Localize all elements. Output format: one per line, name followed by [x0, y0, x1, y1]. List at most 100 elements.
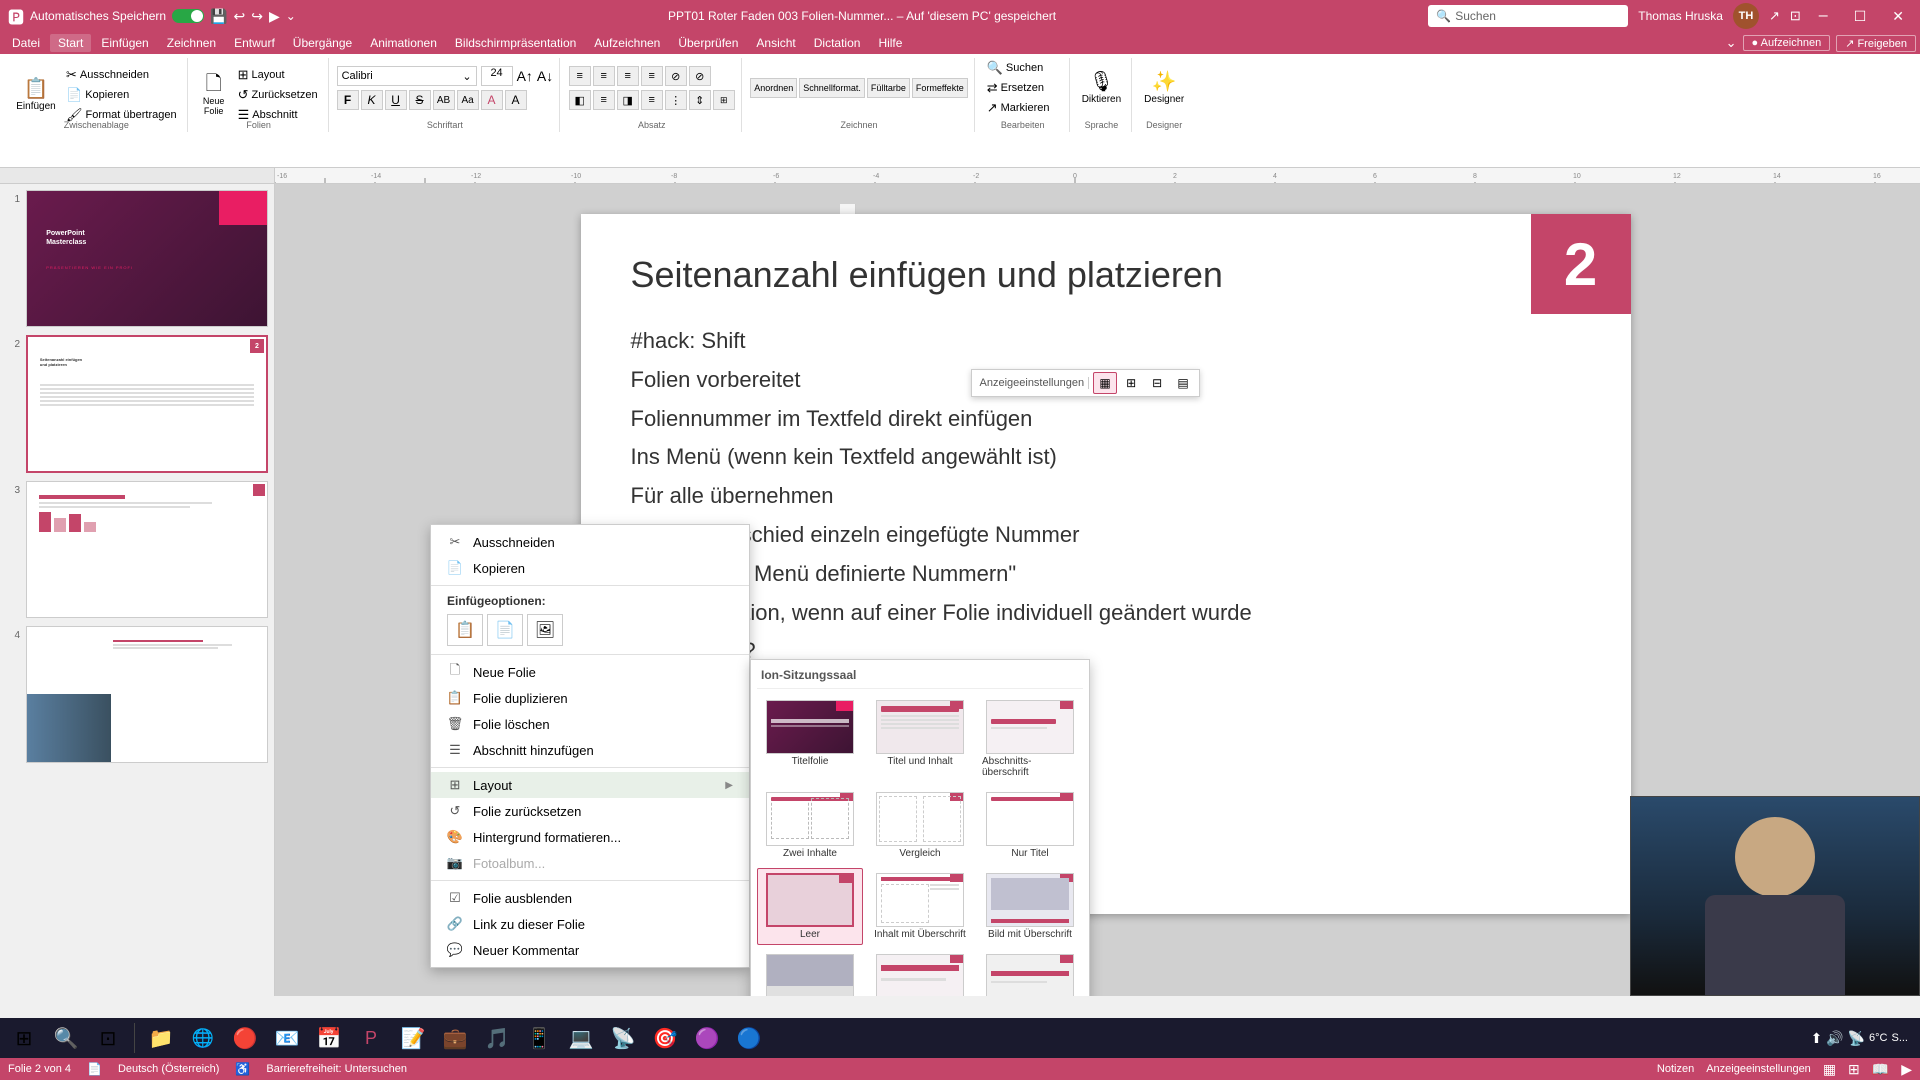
taskbar-app7[interactable]: 🔵: [729, 1019, 769, 1057]
btn-einfuegen[interactable]: 📋 Einfügen: [12, 65, 60, 125]
btn-align-right[interactable]: ◨: [617, 90, 639, 110]
btn-list-col2[interactable]: ≡: [641, 66, 663, 86]
cm-paste-1[interactable]: 📋: [447, 614, 483, 646]
window-options-icon[interactable]: ⊡: [1790, 8, 1801, 24]
taskbar-explorer[interactable]: 📁: [141, 1019, 181, 1057]
content-area[interactable]: 2 Seitenanzahl einfügen und platzieren #…: [275, 184, 1920, 996]
vt-btn-2[interactable]: ⊞: [1119, 372, 1143, 394]
taskbar-app6[interactable]: 🟣: [687, 1019, 727, 1057]
cm-layout[interactable]: ⊞ Layout ▶: [431, 772, 749, 798]
vt-btn-1[interactable]: ▦: [1093, 372, 1117, 394]
share-btn[interactable]: ↗ Freigeben: [1836, 35, 1916, 52]
btn-font-color[interactable]: A: [481, 90, 503, 110]
font-size-up-icon[interactable]: A↑: [517, 68, 533, 84]
view-grid-icon[interactable]: ⊞: [1848, 1061, 1860, 1078]
menu-datei[interactable]: Datei: [4, 34, 48, 52]
taskbar-outlook[interactable]: 📧: [267, 1019, 307, 1057]
taskbar-app3[interactable]: 💻: [561, 1019, 601, 1057]
ls-titel-beschriftung[interactable]: Titel und Beschriftung: [867, 949, 973, 996]
close-btn[interactable]: ✕: [1884, 8, 1912, 25]
btn-diktieren[interactable]: 🎙 Diktieren: [1078, 58, 1125, 118]
cm-neue-folie[interactable]: 🗋 Neue Folie: [431, 659, 749, 685]
btn-kopieren[interactable]: 📄 Kopieren: [62, 86, 181, 104]
taskbar-edge[interactable]: 🌐: [183, 1019, 223, 1057]
menu-uebergaenge[interactable]: Übergänge: [285, 34, 360, 52]
btn-list-unordered[interactable]: ≡: [569, 66, 591, 86]
btn-case[interactable]: Aa: [457, 90, 479, 110]
minimize-btn[interactable]: –: [1811, 7, 1836, 25]
menu-start[interactable]: Start: [50, 34, 91, 52]
vt-btn-3[interactable]: ⊟: [1145, 372, 1169, 394]
qs-save-icon[interactable]: 💾: [210, 8, 227, 25]
qs-undo-icon[interactable]: ↩: [234, 8, 246, 25]
btn-highlight[interactable]: A: [505, 90, 527, 110]
cm-paste-3[interactable]: 🖼: [527, 614, 563, 646]
btn-col[interactable]: ⋮: [665, 90, 687, 110]
slide-img-3[interactable]: [26, 481, 268, 618]
menu-ueberpruefen[interactable]: Überprüfen: [670, 34, 746, 52]
btn-strikethrough[interactable]: S: [409, 90, 431, 110]
qs-pres-icon[interactable]: ▶: [269, 8, 280, 25]
view-normal-icon[interactable]: ▦: [1823, 1061, 1836, 1078]
slide-thumb-2[interactable]: 2 2 Seitenanzahl einfügenund platzieren: [4, 333, 270, 475]
btn-quick-styles[interactable]: Schnellformat.: [799, 78, 865, 98]
btn-direction[interactable]: ⇕: [689, 90, 711, 110]
taskbar-app2[interactable]: 📱: [519, 1019, 559, 1057]
cm-folie-duplizieren[interactable]: 📋 Folie duplizieren: [431, 685, 749, 711]
system-tray-icons[interactable]: ⬆ 🔊 📡: [1811, 1030, 1865, 1047]
menu-hilfe[interactable]: Hilfe: [870, 34, 910, 52]
qs-more-icon[interactable]: ⌄: [286, 9, 296, 23]
ls-titelfolie[interactable]: Titelfolie: [757, 695, 863, 783]
cm-fotoalbum[interactable]: 📷 Fotoalbum...: [431, 850, 749, 876]
ls-abschnitt[interactable]: Abschnitts-überschrift: [977, 695, 1083, 783]
menu-entwurf[interactable]: Entwurf: [226, 34, 283, 52]
menu-einfuegen[interactable]: Einfügen: [93, 34, 156, 52]
btn-shadow[interactable]: AB: [433, 90, 455, 110]
btn-outline[interactable]: Formeffekte: [912, 78, 968, 98]
btn-fill[interactable]: Fülltarbe: [867, 78, 910, 98]
record-btn[interactable]: ● Aufzeichnen: [1743, 35, 1831, 51]
user-avatar[interactable]: TH: [1733, 3, 1759, 29]
taskbar-app1[interactable]: 🎵: [477, 1019, 517, 1057]
cm-paste-2[interactable]: 📄: [487, 614, 523, 646]
btn-align-center[interactable]: ≡: [593, 90, 615, 110]
view-present-icon[interactable]: ▶: [1901, 1061, 1912, 1078]
qs-redo-icon[interactable]: ↪: [251, 8, 263, 25]
ls-inhalt-ueberschrift[interactable]: Inhalt mit Überschrift: [867, 868, 973, 945]
cm-link[interactable]: 🔗 Link zu dieser Folie: [431, 911, 749, 937]
ls-nur-titel[interactable]: Nur Titel: [977, 787, 1083, 864]
btn-list-col1[interactable]: ≡: [617, 66, 639, 86]
view-read-icon[interactable]: 📖: [1872, 1061, 1889, 1078]
ls-namenskarte[interactable]: Namenskarte: [977, 949, 1083, 996]
menu-bildschirm[interactable]: Bildschirmpräsentation: [447, 34, 584, 52]
btn-underline[interactable]: U: [385, 90, 407, 110]
btn-layout[interactable]: ⊞ Layout: [234, 66, 322, 84]
autosave-toggle[interactable]: [172, 9, 204, 23]
share-icon[interactable]: ↗: [1769, 8, 1780, 24]
slide-panel[interactable]: 1 PowerPointMasterclass PRÄSENTIEREN WIE…: [0, 184, 275, 996]
font-size-input[interactable]: 24: [481, 66, 513, 86]
btn-ersetzen[interactable]: ⇄ Ersetzen: [983, 79, 1063, 97]
btn-neue-folie[interactable]: 🗋 NeueFolie: [196, 65, 232, 125]
taskbar-teams[interactable]: 💼: [435, 1019, 475, 1057]
taskbar-app4[interactable]: 📡: [603, 1019, 643, 1057]
taskbar-calendar[interactable]: 📅: [309, 1019, 349, 1057]
menu-aufzeichnen[interactable]: Aufzeichnen: [586, 34, 668, 52]
vt-btn-4[interactable]: ▤: [1171, 372, 1195, 394]
btn-smartart-convert[interactable]: ⊞: [713, 90, 735, 110]
menu-zeichnen[interactable]: Zeichnen: [159, 34, 224, 52]
ls-zwei-inhalte[interactable]: Zwei Inhalte: [757, 787, 863, 864]
btn-designer[interactable]: ✨ Designer: [1140, 58, 1188, 118]
font-size-down-icon[interactable]: A↓: [537, 68, 553, 84]
slide-thumb-1[interactable]: 1 PowerPointMasterclass PRÄSENTIEREN WIE…: [4, 188, 270, 329]
maximize-btn[interactable]: ☐: [1846, 8, 1875, 25]
cm-hintergrund[interactable]: 🎨 Hintergrund formatieren...: [431, 824, 749, 850]
btn-ausschneiden[interactable]: ✂ Ausschneiden: [62, 66, 181, 84]
taskbar-app5[interactable]: 🎯: [645, 1019, 685, 1057]
ls-vergleich[interactable]: Vergleich: [867, 787, 973, 864]
menu-dictation[interactable]: Dictation: [806, 34, 869, 52]
btn-justify[interactable]: ≡: [641, 90, 663, 110]
slide-img-2[interactable]: 2 Seitenanzahl einfügenund platzieren: [26, 335, 268, 473]
ribbon-collapse-icon[interactable]: ⌄: [1726, 35, 1737, 51]
btn-markieren[interactable]: ↗ Markieren: [983, 99, 1063, 117]
